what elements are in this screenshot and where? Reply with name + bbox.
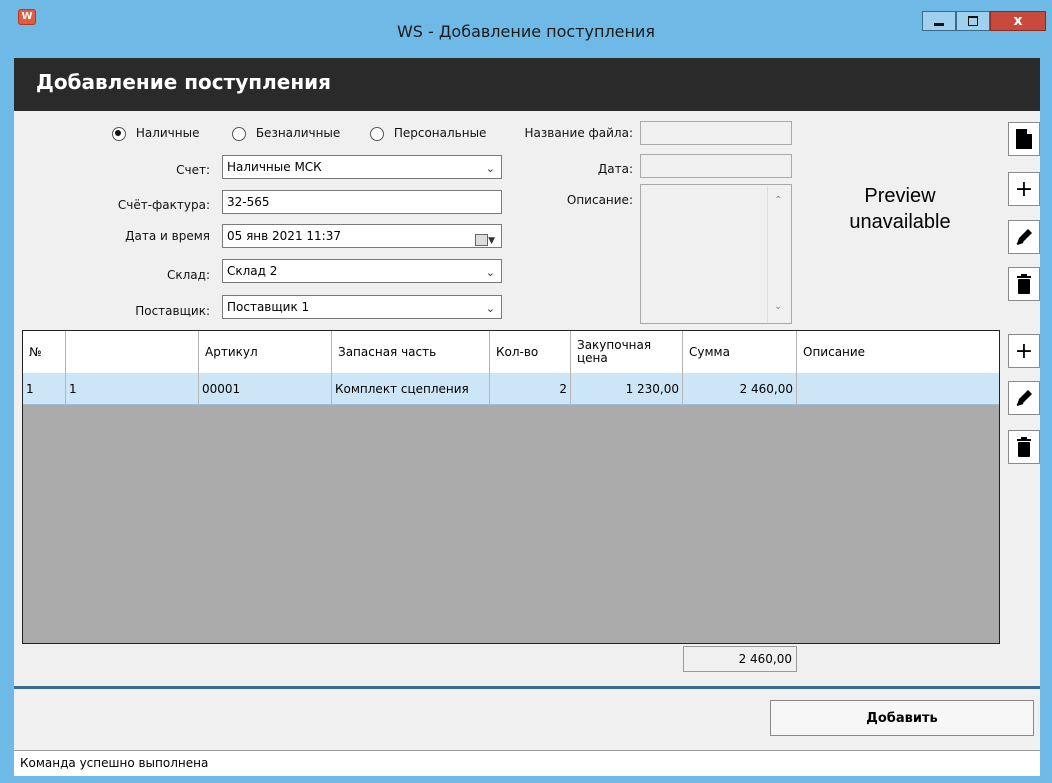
window-title: WS - Добавление поступления bbox=[396, 22, 656, 41]
maximize-icon bbox=[968, 16, 978, 26]
delete-row-button[interactable] bbox=[1008, 430, 1040, 464]
cell-number: 1 bbox=[23, 373, 66, 404]
chevron-down-icon: ⌄ bbox=[485, 162, 495, 175]
supplier-label: Поставщик: bbox=[135, 304, 210, 318]
col-part[interactable]: Запасная часть bbox=[332, 331, 490, 373]
add-row-button[interactable]: + bbox=[1008, 334, 1040, 368]
cell-price: 1 230,00 bbox=[571, 373, 683, 404]
warehouse-label: Склад: bbox=[167, 268, 210, 282]
table-row[interactable]: 1 1 00001 Комплект сцепления 2 1 230,00 … bbox=[23, 373, 999, 405]
maximize-button[interactable] bbox=[956, 11, 990, 31]
pencil-icon bbox=[1016, 229, 1032, 245]
radio-cash-label: Наличные bbox=[135, 126, 200, 140]
col-price[interactable]: Закупочная цена bbox=[571, 331, 683, 373]
col-description[interactable]: Описание bbox=[797, 331, 999, 373]
plus-icon: + bbox=[1014, 176, 1034, 202]
minimize-icon bbox=[934, 22, 944, 26]
preview-text-line2: unavailable bbox=[849, 211, 951, 233]
datetime-value: 05 янв 2021 11:37 bbox=[227, 229, 341, 243]
chevron-down-icon: ⌄ bbox=[485, 302, 495, 315]
radio-personal-label: Персональные bbox=[393, 126, 487, 140]
status-text: Команда успешно выполнена bbox=[20, 756, 209, 770]
supplier-value: Поставщик 1 bbox=[227, 300, 310, 314]
total-sum: 2 460,00 bbox=[683, 646, 797, 672]
cell-description bbox=[797, 373, 999, 404]
table-header: № Артикул Запасная часть Кол-во Закупочн… bbox=[23, 331, 999, 374]
col-blank[interactable] bbox=[66, 331, 199, 373]
invoice-label: Счёт-фактура: bbox=[117, 198, 210, 212]
invoice-input[interactable]: 32-565 bbox=[222, 190, 502, 214]
col-qty[interactable]: Кол-во bbox=[490, 331, 571, 373]
supplier-select[interactable]: Поставщик 1 ⌄ bbox=[222, 295, 502, 319]
radio-cash[interactable]: Наличные bbox=[112, 126, 199, 141]
radio-personal-indicator bbox=[370, 126, 384, 141]
datetime-label: Дата и время bbox=[125, 229, 210, 243]
col-sum[interactable]: Сумма bbox=[683, 331, 797, 373]
radio-cashless[interactable]: Безналичные bbox=[232, 126, 340, 141]
radio-personal[interactable]: Персональные bbox=[370, 126, 486, 141]
account-label: Счет: bbox=[176, 163, 210, 177]
filename-label: Название файла: bbox=[524, 126, 633, 140]
radio-cashless-indicator bbox=[232, 126, 246, 141]
minimize-button[interactable] bbox=[922, 11, 956, 31]
status-bar: Команда успешно выполнена bbox=[14, 750, 1040, 776]
divider bbox=[14, 686, 1040, 689]
close-icon: x bbox=[1013, 13, 1023, 29]
col-number[interactable]: № bbox=[23, 331, 66, 373]
plus-icon: + bbox=[1014, 338, 1034, 364]
cell-blank: 1 bbox=[66, 373, 199, 404]
preview-placeholder: Preview unavailable bbox=[820, 183, 980, 235]
cell-part: Комплект сцепления bbox=[332, 373, 490, 404]
account-select[interactable]: Наличные МСК ⌄ bbox=[222, 155, 502, 179]
cell-sum: 2 460,00 bbox=[683, 373, 797, 404]
file-date-input bbox=[640, 154, 792, 178]
page-title: Добавление поступления bbox=[36, 70, 331, 94]
warehouse-select[interactable]: Склад 2 ⌄ bbox=[222, 259, 502, 283]
file-date-label: Дата: bbox=[597, 162, 633, 176]
file-desc-label: Описание: bbox=[566, 193, 633, 207]
calendar-dropdown-icon[interactable]: ▼ bbox=[475, 229, 495, 247]
warehouse-value: Склад 2 bbox=[227, 264, 278, 278]
document-icon bbox=[1016, 129, 1032, 149]
preview-text-line1: Preview bbox=[864, 185, 936, 207]
close-button[interactable]: x bbox=[990, 11, 1046, 31]
filename-input bbox=[640, 121, 792, 145]
chevron-down-icon: ⌄ bbox=[485, 266, 495, 279]
trash-icon bbox=[1017, 274, 1031, 294]
add-button[interactable]: Добавить bbox=[770, 700, 1034, 736]
account-value: Наличные МСК bbox=[227, 160, 322, 174]
invoice-value: 32-565 bbox=[227, 195, 270, 209]
scroll-down-icon[interactable]: ⌄ bbox=[774, 296, 782, 318]
new-file-button[interactable] bbox=[1008, 122, 1040, 156]
scroll-up-icon[interactable]: ⌃ bbox=[774, 190, 782, 212]
items-table[interactable]: № Артикул Запасная часть Кол-во Закупочн… bbox=[22, 330, 1000, 644]
pencil-icon bbox=[1016, 390, 1032, 406]
add-file-button[interactable]: + bbox=[1008, 172, 1040, 206]
cell-article: 00001 bbox=[199, 373, 332, 404]
col-article[interactable]: Артикул bbox=[199, 331, 332, 373]
file-desc-textarea: ⌃ ⌄ bbox=[640, 184, 792, 324]
radio-cash-indicator bbox=[112, 126, 126, 141]
cell-qty: 2 bbox=[490, 373, 571, 404]
trash-icon bbox=[1017, 437, 1031, 457]
radio-cashless-label: Безналичные bbox=[255, 126, 341, 140]
datetime-picker[interactable]: 05 янв 2021 11:37 ▼ bbox=[222, 224, 502, 248]
edit-row-button[interactable] bbox=[1008, 381, 1040, 415]
delete-file-button[interactable] bbox=[1008, 267, 1040, 301]
edit-file-button[interactable] bbox=[1008, 220, 1040, 254]
scrollbar[interactable]: ⌃ ⌄ bbox=[767, 186, 790, 322]
